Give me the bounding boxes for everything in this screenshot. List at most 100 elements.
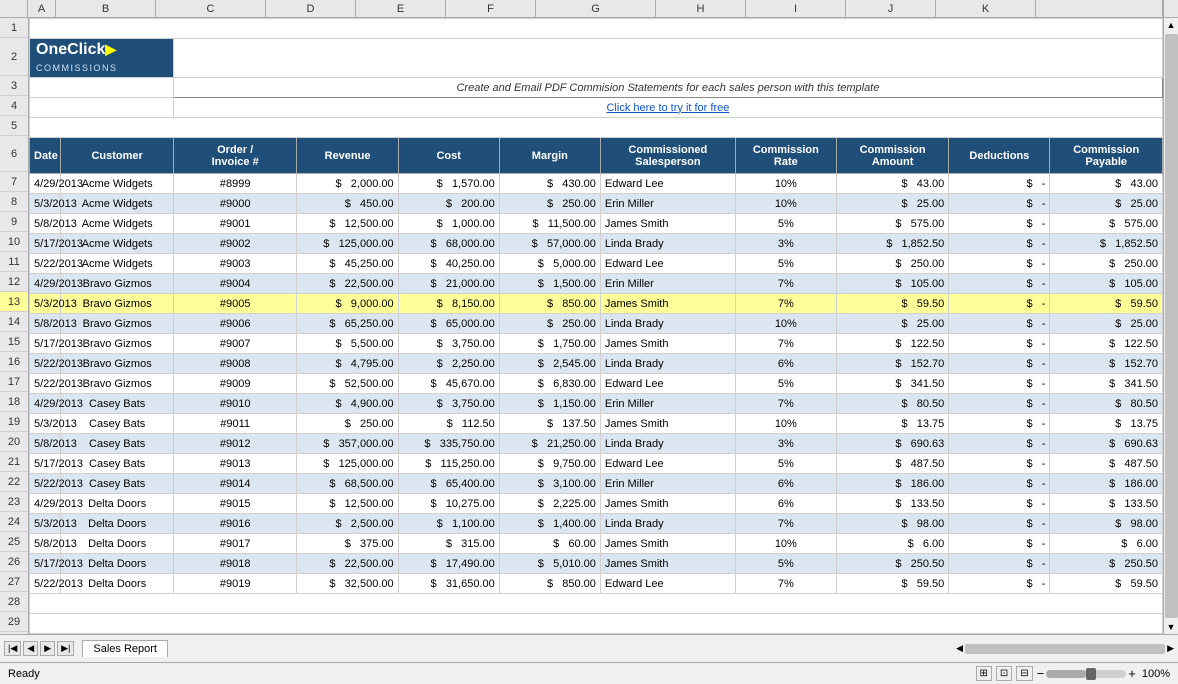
- row-num-29[interactable]: 29: [0, 612, 28, 632]
- cell-commission: $ 152.70: [836, 354, 948, 374]
- zoom-handle[interactable]: [1086, 668, 1096, 680]
- row-num-3[interactable]: 3: [0, 76, 28, 96]
- row-num-1[interactable]: 1: [0, 18, 28, 38]
- table-row[interactable]: 5/22/2013 Bravo Gizmos #9009 $ 52,500.00…: [30, 374, 1163, 394]
- col-header-f[interactable]: F: [446, 0, 536, 17]
- row-num-2[interactable]: 2: [0, 38, 28, 76]
- col-header-d[interactable]: D: [266, 0, 356, 17]
- table-row[interactable]: 5/8/2013 Delta Doors #9017 $ 375.00 $ 31…: [30, 534, 1163, 554]
- row-num-15[interactable]: 15: [0, 332, 28, 352]
- cell-rate: 7%: [735, 334, 836, 354]
- row-num-26[interactable]: 26: [0, 552, 28, 572]
- tab-prev-arrow[interactable]: ◀: [23, 641, 38, 656]
- col-header-h[interactable]: H: [656, 0, 746, 17]
- row-num-21[interactable]: 21: [0, 452, 28, 472]
- col-header-a[interactable]: A: [28, 0, 56, 17]
- col-header-j[interactable]: J: [846, 0, 936, 17]
- cell-customer: Acme Widgets: [61, 214, 173, 234]
- hscroll-right[interactable]: ▶: [1167, 643, 1174, 654]
- tab-last-arrow[interactable]: ▶|: [57, 641, 74, 656]
- table-row[interactable]: 4/29/2013 Delta Doors #9015 $ 12,500.00 …: [30, 494, 1163, 514]
- row-num-7[interactable]: 7: [0, 172, 28, 192]
- cell-margin: $ 1,750.00: [499, 334, 600, 354]
- row-num-19[interactable]: 19: [0, 412, 28, 432]
- cell-payable: $ 250.00: [1050, 254, 1163, 274]
- cell-cost: $ 8,150.00: [398, 294, 499, 314]
- cell-commission: $ 690.63: [836, 434, 948, 454]
- row-num-11[interactable]: 11: [0, 252, 28, 272]
- zoom-out-button[interactable]: −: [1037, 666, 1045, 681]
- logo-cell: OneClick▶ COMMISSIONS: [30, 39, 174, 78]
- table-row[interactable]: 5/17/2013 Acme Widgets #9002 $ 125,000.0…: [30, 234, 1163, 254]
- zoom-controls[interactable]: − + 100%: [1037, 666, 1170, 681]
- row-num-25[interactable]: 25: [0, 532, 28, 552]
- view-break-icon[interactable]: ⊟: [1016, 666, 1032, 681]
- table-row[interactable]: 5/3/2013 Delta Doors #9016 $ 2,500.00 $ …: [30, 514, 1163, 534]
- vertical-scrollbar[interactable]: ▲ ▼: [1163, 18, 1178, 634]
- sheet-tab-sales-report[interactable]: Sales Report: [82, 640, 168, 657]
- cell-margin: $ 2,225.00: [499, 494, 600, 514]
- row-num-18[interactable]: 18: [0, 392, 28, 412]
- cell-margin: $ 850.00: [499, 294, 600, 314]
- table-row[interactable]: 5/8/2013 Acme Widgets #9001 $ 12,500.00 …: [30, 214, 1163, 234]
- cell-revenue: $ 4,795.00: [297, 354, 398, 374]
- row-num-12[interactable]: 12: [0, 272, 28, 292]
- link-cell[interactable]: Click here to try it for free: [173, 98, 1162, 118]
- row-num-20[interactable]: 20: [0, 432, 28, 452]
- cell-date: 4/29/2013: [30, 274, 61, 294]
- table-row[interactable]: 5/8/2013 Bravo Gizmos #9006 $ 65,250.00 …: [30, 314, 1163, 334]
- table-row[interactable]: 5/17/2013 Bravo Gizmos #9007 $ 5,500.00 …: [30, 334, 1163, 354]
- row-num-14[interactable]: 14: [0, 312, 28, 332]
- table-row[interactable]: 5/3/2013 Acme Widgets #9000 $ 450.00 $ 2…: [30, 194, 1163, 214]
- table-row[interactable]: 5/17/2013 Delta Doors #9018 $ 22,500.00 …: [30, 554, 1163, 574]
- table-row[interactable]: 5/3/2013 Casey Bats #9011 $ 250.00 $ 112…: [30, 414, 1163, 434]
- table-row[interactable]: 4/29/2013 Bravo Gizmos #9004 $ 22,500.00…: [30, 274, 1163, 294]
- cell-invoice: #9013: [173, 454, 297, 474]
- row-num-22[interactable]: 22: [0, 472, 28, 492]
- table-row[interactable]: 5/3/2013 Bravo Gizmos #9005 $ 9,000.00 $…: [30, 294, 1163, 314]
- row-num-24[interactable]: 24: [0, 512, 28, 532]
- row-num-13[interactable]: 13: [0, 292, 28, 312]
- table-row[interactable]: 4/29/2013 Acme Widgets #8999 $ 2,000.00 …: [30, 174, 1163, 194]
- horizontal-scrollbar-track[interactable]: [965, 644, 1165, 654]
- zoom-in-button[interactable]: +: [1128, 666, 1136, 681]
- tab-next-arrow[interactable]: ▶: [40, 641, 55, 656]
- view-page-icon[interactable]: ⊡: [996, 666, 1012, 681]
- tab-navigation[interactable]: |◀ ◀ ▶ ▶|: [4, 641, 74, 656]
- col-header-i[interactable]: I: [746, 0, 846, 17]
- zoom-slider[interactable]: [1046, 670, 1126, 678]
- row-num-5[interactable]: 5: [0, 116, 28, 136]
- table-row[interactable]: 5/22/2013 Acme Widgets #9003 $ 45,250.00…: [30, 254, 1163, 274]
- hscroll-left[interactable]: ◀: [956, 643, 963, 654]
- row-num-28[interactable]: 28: [0, 592, 28, 612]
- col-header-b[interactable]: B: [56, 0, 156, 17]
- row-num-17[interactable]: 17: [0, 372, 28, 392]
- row-num-23[interactable]: 23: [0, 492, 28, 512]
- row-num-8[interactable]: 8: [0, 192, 28, 212]
- table-row[interactable]: 5/22/2013 Delta Doors #9019 $ 32,500.00 …: [30, 574, 1163, 594]
- table-row[interactable]: 5/22/2013 Casey Bats #9014 $ 68,500.00 $…: [30, 474, 1163, 494]
- tab-first-arrow[interactable]: |◀: [4, 641, 21, 656]
- table-row[interactable]: 5/17/2013 Casey Bats #9013 $ 125,000.00 …: [30, 454, 1163, 474]
- view-normal-icon[interactable]: ⊞: [976, 666, 992, 681]
- table-row[interactable]: 5/22/2013 Bravo Gizmos #9008 $ 4,795.00 …: [30, 354, 1163, 374]
- col-header-e[interactable]: E: [356, 0, 446, 17]
- cell-person: Edward Lee: [600, 174, 735, 194]
- cell-revenue: $ 12,500.00: [297, 214, 398, 234]
- cell-cost: $ 65,000.00: [398, 314, 499, 334]
- row-num-9[interactable]: 9: [0, 212, 28, 232]
- col-header-c[interactable]: C: [156, 0, 266, 17]
- col-header-k[interactable]: K: [936, 0, 1036, 17]
- cell-commission: $ 133.50: [836, 494, 948, 514]
- row-num-4[interactable]: 4: [0, 96, 28, 116]
- row-num-6[interactable]: 6: [0, 136, 28, 172]
- table-row[interactable]: 4/29/2013 Casey Bats #9010 $ 4,900.00 $ …: [30, 394, 1163, 414]
- col-header-g[interactable]: G: [536, 0, 656, 17]
- cell-rate: 7%: [735, 514, 836, 534]
- row-num-27[interactable]: 27: [0, 572, 28, 592]
- table-row[interactable]: 5/8/2013 Casey Bats #9012 $ 357,000.00 $…: [30, 434, 1163, 454]
- banner-link[interactable]: Click here to try it for free: [606, 102, 729, 114]
- cell-date: 4/29/2013: [30, 494, 61, 514]
- row-num-10[interactable]: 10: [0, 232, 28, 252]
- row-num-16[interactable]: 16: [0, 352, 28, 372]
